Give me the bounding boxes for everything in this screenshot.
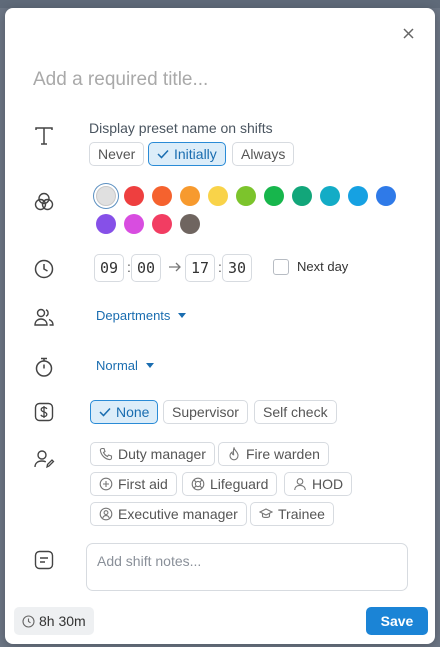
display-option-never[interactable]: Never — [89, 142, 145, 166]
lifebuoy-icon — [191, 477, 205, 491]
role-chip-label: Duty manager — [118, 446, 206, 462]
next-day-checkbox[interactable] — [273, 259, 289, 275]
color-swatch[interactable] — [124, 214, 144, 234]
caret-down-icon — [145, 363, 154, 368]
end-hour-input[interactable]: 17 — [185, 254, 215, 282]
display-option-always[interactable]: Always — [232, 142, 295, 166]
phone-icon — [99, 447, 113, 461]
start-minute-input[interactable]: 00 — [131, 254, 161, 282]
role-chip-label: First aid — [118, 476, 168, 492]
duration-label: 8h 30m — [39, 613, 86, 629]
pay-option-supervisor[interactable]: Supervisor — [163, 400, 248, 424]
color-swatch[interactable] — [96, 186, 116, 206]
check-icon — [99, 407, 111, 417]
departments-dropdown[interactable]: Departments — [96, 308, 187, 323]
color-swatch[interactable] — [320, 186, 340, 206]
save-button[interactable]: Save — [366, 607, 428, 635]
display-preset-label: Display preset name on shifts — [89, 120, 273, 136]
role-chip-lifeguard[interactable]: Lifeguard — [182, 472, 278, 496]
role-chip-label: Trainee — [278, 506, 325, 522]
color-swatch[interactable] — [152, 186, 172, 206]
person-badge-icon — [99, 507, 113, 521]
person-edit-icon — [34, 450, 55, 469]
pay-option-label: Self check — [263, 404, 328, 420]
pay-option-label: None — [116, 404, 150, 420]
departments-label: Departments — [96, 308, 171, 323]
arrow-right-icon — [169, 262, 181, 272]
stopwatch-icon — [35, 357, 53, 377]
flame-icon — [229, 447, 239, 461]
color-swatch[interactable] — [208, 186, 228, 206]
graduation-cap-icon — [259, 508, 273, 519]
role-chip-fire-warden[interactable]: Fire warden — [218, 442, 329, 466]
display-option-label: Initially — [174, 146, 217, 162]
clock-icon — [34, 259, 54, 279]
color-swatch[interactable] — [292, 186, 312, 206]
color-swatch[interactable] — [376, 186, 396, 206]
display-option-initially[interactable]: Initially — [148, 142, 226, 166]
role-chip-label: Executive manager — [118, 506, 238, 522]
color-palette-icon — [34, 192, 54, 211]
backdrop — [0, 0, 440, 8]
color-swatch[interactable] — [236, 186, 256, 206]
role-chip-trainee[interactable]: Trainee — [250, 502, 334, 526]
display-option-label: Always — [241, 146, 286, 162]
color-swatch[interactable] — [124, 186, 144, 206]
shift-preset-dialog: Display preset name on shifts Never Init… — [5, 8, 435, 644]
role-chip-executive-manager[interactable]: Executive manager — [90, 502, 247, 526]
title-input[interactable] — [33, 65, 393, 95]
priority-dropdown[interactable]: Normal — [96, 358, 154, 373]
color-swatch[interactable] — [96, 214, 116, 234]
color-swatch[interactable] — [152, 214, 172, 234]
color-swatch[interactable] — [180, 214, 200, 234]
role-chip-label: HOD — [312, 476, 344, 492]
caret-down-icon — [178, 313, 187, 318]
color-swatch[interactable] — [180, 186, 200, 206]
color-swatch[interactable] — [348, 186, 368, 206]
start-hour-input[interactable]: 09 — [94, 254, 124, 282]
end-minute-input[interactable]: 30 — [222, 254, 252, 282]
role-chip-first-aid[interactable]: First aid — [90, 472, 177, 496]
role-chip-label: Lifeguard — [210, 476, 269, 492]
check-icon — [157, 149, 169, 159]
clock-icon — [22, 614, 35, 628]
close-button[interactable] — [399, 24, 417, 42]
dollar-icon — [34, 402, 54, 422]
pay-option-self-check[interactable]: Self check — [254, 400, 337, 424]
pay-option-label: Supervisor — [172, 404, 239, 420]
priority-label: Normal — [96, 358, 138, 373]
role-chip-hod[interactable]: HOD — [284, 472, 353, 496]
duration-badge: 8h 30m — [14, 607, 94, 635]
role-chip-label: Fire warden — [246, 446, 320, 462]
color-swatch[interactable] — [264, 186, 284, 206]
plus-square-icon — [99, 477, 113, 491]
next-day-label: Next day — [297, 259, 349, 274]
close-icon — [402, 27, 414, 39]
notes-icon — [34, 550, 54, 570]
role-chip-duty-manager[interactable]: Duty manager — [90, 442, 215, 466]
display-option-label: Never — [98, 146, 136, 162]
person-icon — [294, 478, 306, 491]
shift-notes-input[interactable] — [86, 543, 408, 591]
text-icon — [35, 127, 53, 145]
people-icon — [34, 308, 54, 326]
pay-option-none[interactable]: None — [90, 400, 159, 424]
